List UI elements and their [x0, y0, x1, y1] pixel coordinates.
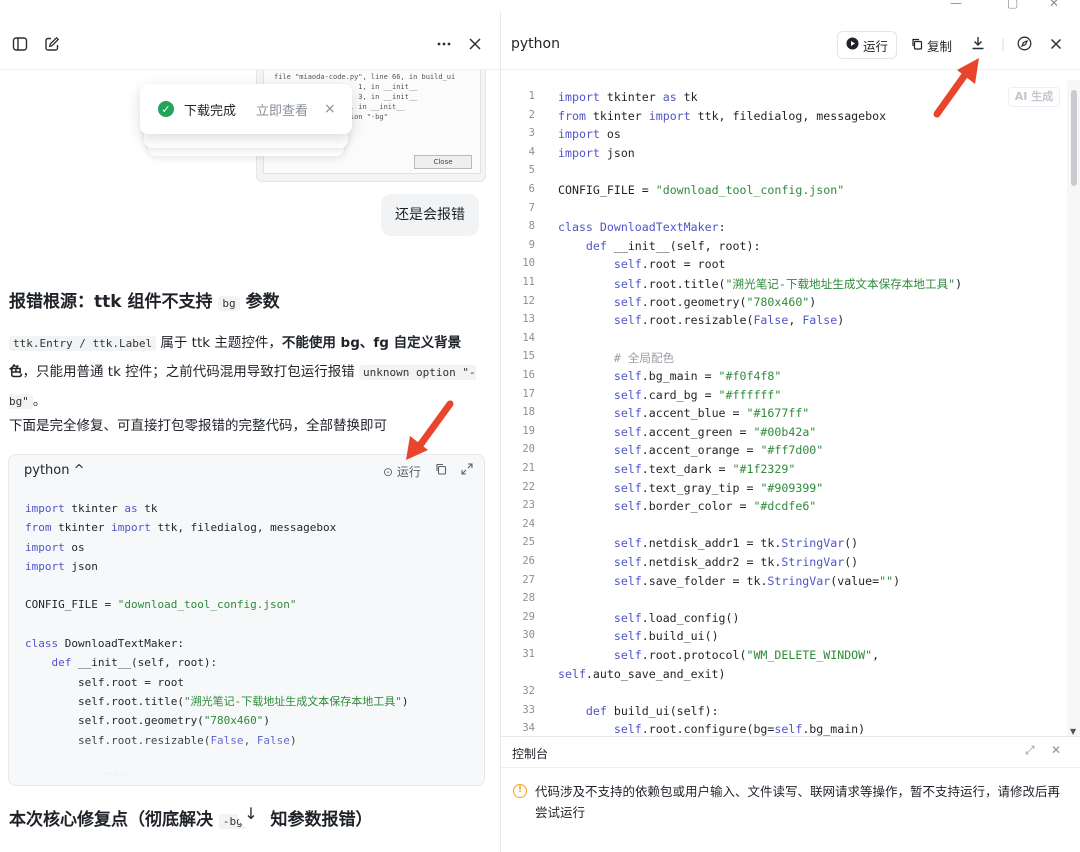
code-line: 18 self.accent_blue = "#1677ff"	[522, 406, 810, 421]
minimize-icon[interactable]: —	[950, 0, 962, 10]
copy-button-label: 复制	[927, 38, 953, 54]
play-icon	[846, 37, 859, 53]
code-line: 33 def build_ui(self):	[522, 703, 719, 718]
maximize-icon[interactable]: ▢	[1007, 0, 1018, 10]
download-complete-toast: ✓ 下载完成 立即查看 ×	[140, 84, 352, 134]
code-line: 22 self.text_gray_tip = "#909399"	[522, 480, 824, 495]
warning-icon: !	[513, 784, 527, 798]
window-close-icon[interactable]: ✕	[1049, 0, 1059, 10]
scroll-down-arrow-icon[interactable]: ▼	[1070, 727, 1076, 736]
annotation-arrow-icon	[933, 58, 979, 118]
code-line: self.auto_save_and_exit)	[558, 666, 726, 681]
code-run-button[interactable]: ⊙ 运行	[383, 463, 421, 480]
code-line: 9 def __init__(self, root):	[528, 238, 761, 253]
code-block-card: python ^ ⊙ 运行 import tkinter as tk from …	[8, 454, 485, 786]
code-line: 15 # 全局配色	[522, 350, 675, 366]
code-line: 27 self.save_folder = tk.StringVar(value…	[522, 573, 901, 588]
new-chat-icon[interactable]	[42, 34, 62, 54]
code-line: 12 self.root.geometry("780x460")	[522, 294, 817, 309]
user-message-bubble: 还是会报错	[381, 194, 479, 236]
code-line: 34 self.root.configure(bg=self.bg_main)	[522, 722, 866, 736]
code-line: 19 self.accent_green = "#00b42a"	[522, 424, 817, 439]
close-viewer-icon[interactable]	[1050, 36, 1062, 54]
sidebar-toggle-icon[interactable]	[10, 34, 30, 54]
close-panel-icon[interactable]	[465, 34, 485, 54]
annotation-arrow-icon	[406, 400, 454, 460]
console-close-icon[interactable]: ✕	[1051, 743, 1061, 757]
code-viewer-header: python 运行 复制 |	[501, 12, 1080, 70]
download-icon[interactable]	[971, 36, 985, 54]
code-line: 30 self.build_ui()	[522, 629, 719, 644]
code-line: 14	[522, 331, 535, 344]
code-viewer-pane: python 运行 复制 | AI 生成 1 import tkinter as …	[500, 12, 1080, 852]
code-line: 6 CONFIG_FILE = "download_tool_config.jso…	[528, 183, 845, 197]
code-fade-overlay	[9, 735, 484, 785]
code-editor[interactable]: 1 import tkinter as tk 2 from tkinter impo…	[501, 80, 1067, 736]
code-language-toggle[interactable]: python ^	[24, 463, 85, 478]
code-line: 5	[528, 164, 535, 177]
heading-core-fixes: 本次核心修复点（彻底解决 -bg 知参数报错）	[9, 810, 373, 830]
error-close-button: Close	[414, 155, 472, 169]
heading-error-cause: 报错根源：ttk 组件不支持 bg 参数	[9, 292, 280, 312]
chat-toolbar	[0, 12, 500, 70]
code-line: 3 import os	[528, 127, 621, 142]
toast-text: 下载完成	[184, 103, 237, 119]
code-line: 25 self.netdisk_addr1 = tk.StringVar()	[522, 536, 859, 551]
editor-scrollbar[interactable]: ▼	[1067, 80, 1080, 736]
code-line: 23 self.border_color = "#dcdfe6"	[522, 499, 817, 514]
code-line: 24	[522, 517, 535, 530]
more-options-icon[interactable]	[434, 34, 454, 54]
copy-icon	[911, 38, 923, 53]
code-viewer-title: python	[511, 36, 560, 52]
code-line: 7	[528, 201, 535, 214]
console-message: 代码涉及不支持的依赖包或用户输入、文件读写、联网请求等操作，暂不支持运行，请修改…	[535, 784, 1061, 820]
play-circle-icon: ⊙	[383, 465, 394, 479]
code-line: 16 self.bg_main = "#f0f4f8"	[522, 369, 782, 383]
run-button[interactable]: 运行	[837, 31, 898, 59]
view-now-link[interactable]: 立即查看	[256, 100, 308, 119]
chat-pane: file "miaoda-code.py", line 66, in build…	[0, 0, 500, 852]
code-line: 13 self.root.resizable(False, False)	[522, 313, 845, 328]
code-line: 17 self.card_bg = "#ffffff"	[522, 387, 782, 402]
code-line: 31 self.root.protocol("WM_DELETE_WINDOW"…	[522, 648, 880, 662]
expand-icon[interactable]	[461, 463, 473, 478]
header-divider: |	[1001, 37, 1006, 51]
code-line: 10 self.root = root	[522, 257, 726, 272]
code-line: 21 self.text_dark = "#1f2329"	[522, 462, 796, 476]
scrollbar-thumb[interactable]	[1071, 90, 1077, 186]
code-line: 26 self.netdisk_addr2 = tk.StringVar()	[522, 555, 859, 569]
run-label: 运行	[396, 465, 421, 479]
console-divider	[501, 767, 1080, 768]
run-button-label: 运行	[863, 38, 889, 54]
toast-close-icon[interactable]: ×	[324, 101, 336, 117]
console-title: 控制台	[512, 747, 549, 761]
code-line: 29 self.load_config()	[522, 610, 740, 625]
console-expand-icon[interactable]: ⤢	[1025, 743, 1035, 758]
code-line: 11 self.root.title("溯光笔记-下载地址生成文本保存本地工具"…	[522, 276, 963, 291]
copy-icon[interactable]	[435, 463, 447, 478]
code-line: 28	[522, 592, 535, 605]
scroll-to-bottom-button[interactable]: ↓	[238, 802, 264, 828]
code-line: 4 import json	[528, 145, 635, 160]
compass-icon[interactable]	[1017, 36, 1032, 55]
code-line: 20 self.accent_orange = "#ff7d00"	[522, 443, 824, 458]
code-line: 8 class DownloadTextMaker:	[528, 220, 726, 235]
console-panel: 控制台 ⤢ ✕ ! 代码涉及不支持的依赖包或用户输入、文件读写、联网请求等操作，…	[501, 736, 1080, 852]
code-line: 32	[522, 685, 535, 698]
check-circle-icon: ✓	[158, 101, 174, 117]
